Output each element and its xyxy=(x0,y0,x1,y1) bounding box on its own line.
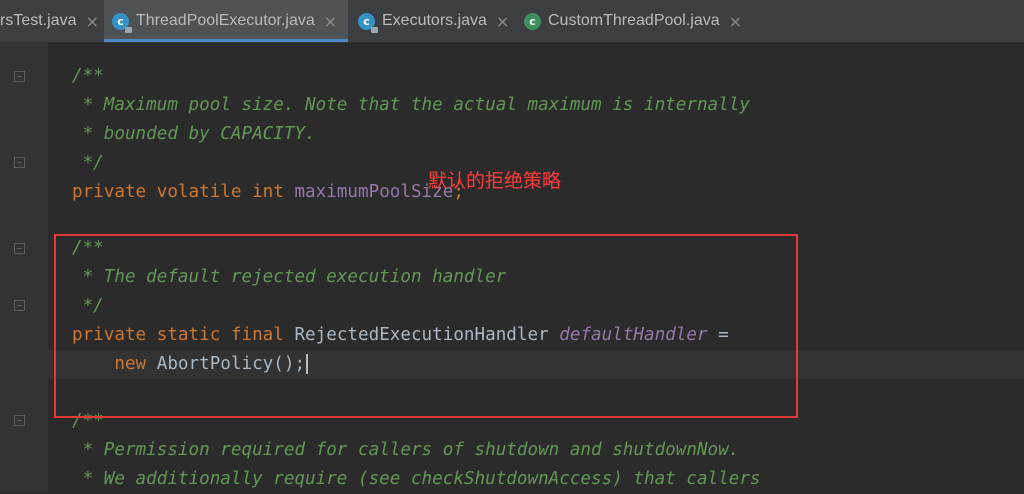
code-line: */ xyxy=(72,153,104,173)
fold-icon[interactable] xyxy=(14,243,25,254)
editor-tab-bar: rsTest.java × c ThreadPoolExecutor.java … xyxy=(0,0,1024,43)
fold-icon[interactable] xyxy=(14,415,25,426)
code-line: * Permission required for callers of shu… xyxy=(72,440,740,460)
tab-label: ThreadPoolExecutor.java xyxy=(136,12,315,29)
code-line: * We additionally require (see checkShut… xyxy=(72,469,761,489)
fold-icon[interactable] xyxy=(14,300,25,311)
code-line: * Maximum pool size. Note that the actua… xyxy=(72,95,750,115)
java-class-locked-icon: c xyxy=(112,12,132,33)
tab-rstest[interactable]: rsTest.java × xyxy=(0,0,104,42)
close-icon[interactable]: × xyxy=(85,12,98,31)
code-line: * bounded by CAPACITY. xyxy=(72,124,316,144)
fold-icon[interactable] xyxy=(14,157,25,168)
tab-label: CustomThreadPool.java xyxy=(548,12,720,29)
close-icon[interactable]: × xyxy=(324,12,337,31)
annotation-highlight-box xyxy=(54,234,798,418)
code-line: /** xyxy=(72,66,104,86)
close-icon[interactable]: × xyxy=(496,12,509,31)
tab-threadpoolexecutor[interactable]: c ThreadPoolExecutor.java × xyxy=(104,0,348,42)
java-class-runnable-icon: c xyxy=(524,12,541,30)
tab-label: rsTest.java xyxy=(0,12,77,29)
code-line: private volatile int maximumPoolSize; xyxy=(72,182,464,202)
annotation-label: 默认的拒绝策略 xyxy=(428,170,562,192)
tab-customthreadpool[interactable]: c CustomThreadPool.java × xyxy=(516,0,756,42)
tab-label: Executors.java xyxy=(382,12,487,29)
close-icon[interactable]: × xyxy=(729,12,742,31)
fold-icon[interactable] xyxy=(14,71,25,82)
java-class-locked-icon: c xyxy=(358,12,378,33)
tab-executors[interactable]: c Executors.java × xyxy=(350,0,514,42)
